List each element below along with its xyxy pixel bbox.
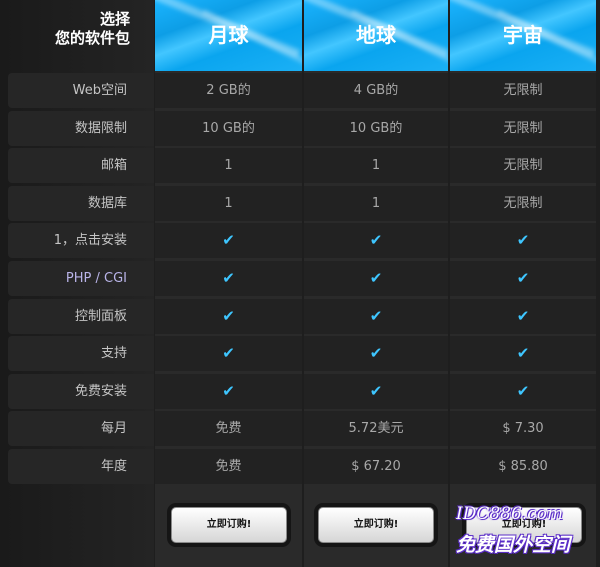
checkmark-icon: ✔ [304, 374, 448, 409]
feature-label: 免费安装 [8, 374, 154, 409]
feature-label: 每月 [8, 411, 154, 446]
feature-value: 免费 [155, 449, 302, 484]
choose-package-heading: 选择 您的软件包 [0, 0, 154, 71]
checkmark-icon: ✔ [450, 336, 596, 371]
feature-value: 2 GB的 [155, 73, 302, 108]
checkmark-icon: ✔ [155, 336, 302, 371]
plan-header-earth: 地球 [304, 0, 448, 71]
heading-line-2: 您的软件包 [54, 29, 130, 47]
feature-value: 无限制 [450, 73, 596, 108]
plan-name-moon: 月球 [208, 23, 249, 47]
feature-value: 4 GB的 [304, 73, 448, 108]
feature-label: 支持 [8, 336, 154, 371]
watermark-tagline: 免费国外空间 [456, 534, 571, 556]
feature-value: 无限制 [450, 186, 596, 221]
checkmark-icon: ✔ [155, 223, 302, 258]
plan-name-earth: 地球 [356, 23, 396, 47]
feature-value: 免费 [155, 411, 302, 446]
checkmark-icon: ✔ [304, 223, 448, 258]
checkmark-icon: ✔ [450, 261, 596, 296]
order-button-moon[interactable]: 立即订购! [171, 507, 287, 543]
checkmark-icon: ✔ [304, 336, 448, 371]
feature-value: 10 GB的 [304, 111, 448, 146]
feature-value: $ 7.30 [450, 411, 596, 446]
feature-label: 数据限制 [8, 111, 154, 146]
feature-label: 1，点击安装 [8, 223, 154, 258]
feature-value: 1 [155, 148, 302, 183]
checkmark-icon: ✔ [155, 374, 302, 409]
feature-value: 1 [155, 186, 302, 221]
feature-label: 邮箱 [8, 148, 154, 183]
feature-label: 控制面板 [8, 299, 154, 334]
feature-value: 无限制 [450, 148, 596, 183]
feature-value: 10 GB的 [155, 111, 302, 146]
plan-name-universe: 宇宙 [503, 23, 543, 47]
feature-label: Web空间 [8, 73, 154, 108]
feature-value: $ 67.20 [304, 449, 448, 484]
checkmark-icon: ✔ [155, 299, 302, 334]
feature-value: 1 [304, 186, 448, 221]
watermark-domain: IDC886.com [456, 504, 564, 524]
watermark: IDC886.com 免费国外空间 [456, 504, 596, 560]
feature-value: 1 [304, 148, 448, 183]
checkmark-icon: ✔ [450, 223, 596, 258]
feature-label: PHP / CGI [8, 261, 154, 296]
plan-header-universe: 宇宙 [450, 0, 596, 71]
feature-value: 5.72美元 [304, 411, 448, 446]
feature-value: 无限制 [450, 111, 596, 146]
plan-header-moon: 月球 [155, 0, 302, 71]
checkmark-icon: ✔ [304, 261, 448, 296]
checkmark-icon: ✔ [304, 299, 448, 334]
checkmark-icon: ✔ [155, 261, 302, 296]
heading-line-1: 选择 [99, 10, 130, 28]
feature-value: $ 85.80 [450, 449, 596, 484]
feature-label: 年度 [8, 449, 154, 484]
order-button-earth[interactable]: 立即订购! [318, 507, 434, 543]
checkmark-icon: ✔ [450, 374, 596, 409]
feature-label: 数据库 [8, 186, 154, 221]
checkmark-icon: ✔ [450, 299, 596, 334]
